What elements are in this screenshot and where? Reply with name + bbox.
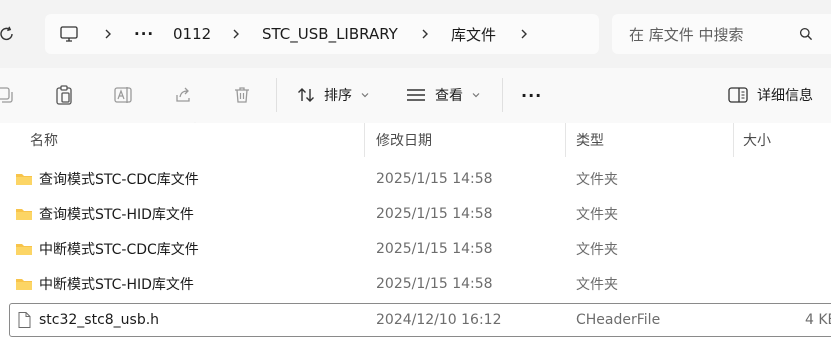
- column-divider[interactable]: [364, 123, 365, 157]
- folder-icon: [16, 244, 32, 255]
- search-placeholder: 在 库文件 中搜索: [629, 25, 744, 44]
- chevron-right-icon[interactable]: [231, 14, 241, 54]
- address-bar[interactable]: ··· 0112 STC_USB_LIBRARY 库文件: [45, 14, 599, 54]
- file-row[interactable]: 中断模式STC-CDC库文件 2025/1/15 14:58 文件夹: [0, 232, 831, 266]
- copy-icon: [0, 87, 13, 103]
- clipboard-icon: [56, 85, 72, 105]
- file-date: 2025/1/15 14:58: [376, 171, 493, 187]
- monitor-icon: [60, 26, 78, 42]
- column-header-size[interactable]: 大小: [743, 123, 771, 157]
- sort-label: 排序: [324, 88, 352, 104]
- search-icon[interactable]: [799, 27, 813, 41]
- toolbar-divider: [502, 78, 503, 112]
- folder-icon: [16, 279, 32, 290]
- file-size: 4 KB: [805, 312, 831, 328]
- column-divider[interactable]: [565, 123, 566, 157]
- chevron-right-icon[interactable]: [103, 14, 113, 54]
- file-date: 2024/12/10 16:12: [376, 312, 502, 328]
- file-row[interactable]: 查询模式STC-HID库文件 2025/1/15 14:58 文件夹: [0, 197, 831, 231]
- column-header-date[interactable]: 修改日期: [376, 123, 432, 157]
- refresh-icon: [0, 26, 13, 41]
- rename-icon: [114, 87, 132, 103]
- breadcrumb-item-stc-usb-library[interactable]: STC_USB_LIBRARY: [262, 14, 398, 54]
- file-row[interactable]: 中断模式STC-HID库文件 2025/1/15 14:58 文件夹: [0, 267, 831, 301]
- breadcrumb-overflow[interactable]: ···: [134, 14, 154, 54]
- file-explorer-window: ··· 0112 STC_USB_LIBRARY 库文件 在 库文件 中搜索 排…: [0, 0, 831, 341]
- sort-icon: [298, 88, 314, 102]
- toolbar-divider: [276, 78, 277, 112]
- sort-button[interactable]: 排序: [296, 78, 370, 112]
- file-type: 文件夹: [576, 207, 618, 223]
- paste-button[interactable]: [53, 84, 75, 106]
- share-button[interactable]: [172, 84, 194, 106]
- chevron-right-icon[interactable]: [420, 14, 430, 54]
- share-icon: [176, 87, 190, 102]
- refresh-button[interactable]: [0, 22, 18, 46]
- chevron-right-icon[interactable]: [519, 14, 529, 54]
- file-row[interactable]: 查询模式STC-CDC库文件 2025/1/15 14:58 文件夹: [0, 162, 831, 196]
- file-type: CHeaderFile: [576, 312, 661, 328]
- view-button[interactable]: 查看: [405, 78, 481, 112]
- file-type: 文件夹: [576, 277, 618, 293]
- file-name: 查询模式STC-HID库文件: [39, 207, 194, 223]
- file-name: stc32_stc8_usb.h: [39, 312, 160, 328]
- chevron-down-icon: [471, 91, 481, 99]
- chevron-down-icon: [360, 91, 370, 99]
- file-type: 文件夹: [576, 172, 618, 188]
- delete-button[interactable]: [231, 84, 253, 106]
- file-icon: [18, 312, 31, 328]
- file-type: 文件夹: [576, 242, 618, 258]
- file-name: 中断模式STC-CDC库文件: [39, 242, 199, 258]
- file-date: 2025/1/15 14:58: [376, 241, 493, 257]
- trash-icon: [235, 87, 249, 103]
- column-header-name[interactable]: 名称: [30, 123, 58, 157]
- more-options-button[interactable]: ···: [521, 78, 542, 112]
- rename-button[interactable]: [113, 84, 135, 106]
- command-bar: 排序 查看 ··· 详细信息: [0, 68, 831, 124]
- details-pane-icon: [728, 87, 748, 103]
- file-date: 2025/1/15 14:58: [376, 276, 493, 292]
- column-divider[interactable]: [733, 123, 734, 157]
- file-date: 2025/1/15 14:58: [376, 206, 493, 222]
- address-row: ··· 0112 STC_USB_LIBRARY 库文件 在 库文件 中搜索: [0, 0, 831, 68]
- details-pane-button[interactable]: 详细信息: [727, 78, 813, 112]
- file-row-selected[interactable]: stc32_stc8_usb.h 2024/12/10 16:12 CHeade…: [9, 303, 831, 337]
- column-header-row: 名称 修改日期 类型 大小: [0, 123, 831, 157]
- file-name: 查询模式STC-CDC库文件: [39, 172, 199, 188]
- copy-button[interactable]: [0, 84, 16, 106]
- breadcrumb-item-0112[interactable]: 0112: [173, 14, 211, 54]
- view-list-icon: [407, 89, 425, 101]
- column-header-type[interactable]: 类型: [576, 123, 604, 157]
- view-label: 查看: [435, 88, 463, 104]
- breadcrumb-item-current[interactable]: 库文件: [451, 14, 496, 54]
- details-label: 详细信息: [757, 88, 813, 104]
- this-pc-button[interactable]: [59, 14, 79, 54]
- folder-icon: [16, 209, 32, 220]
- file-name: 中断模式STC-HID库文件: [39, 277, 194, 293]
- folder-icon: [16, 174, 32, 185]
